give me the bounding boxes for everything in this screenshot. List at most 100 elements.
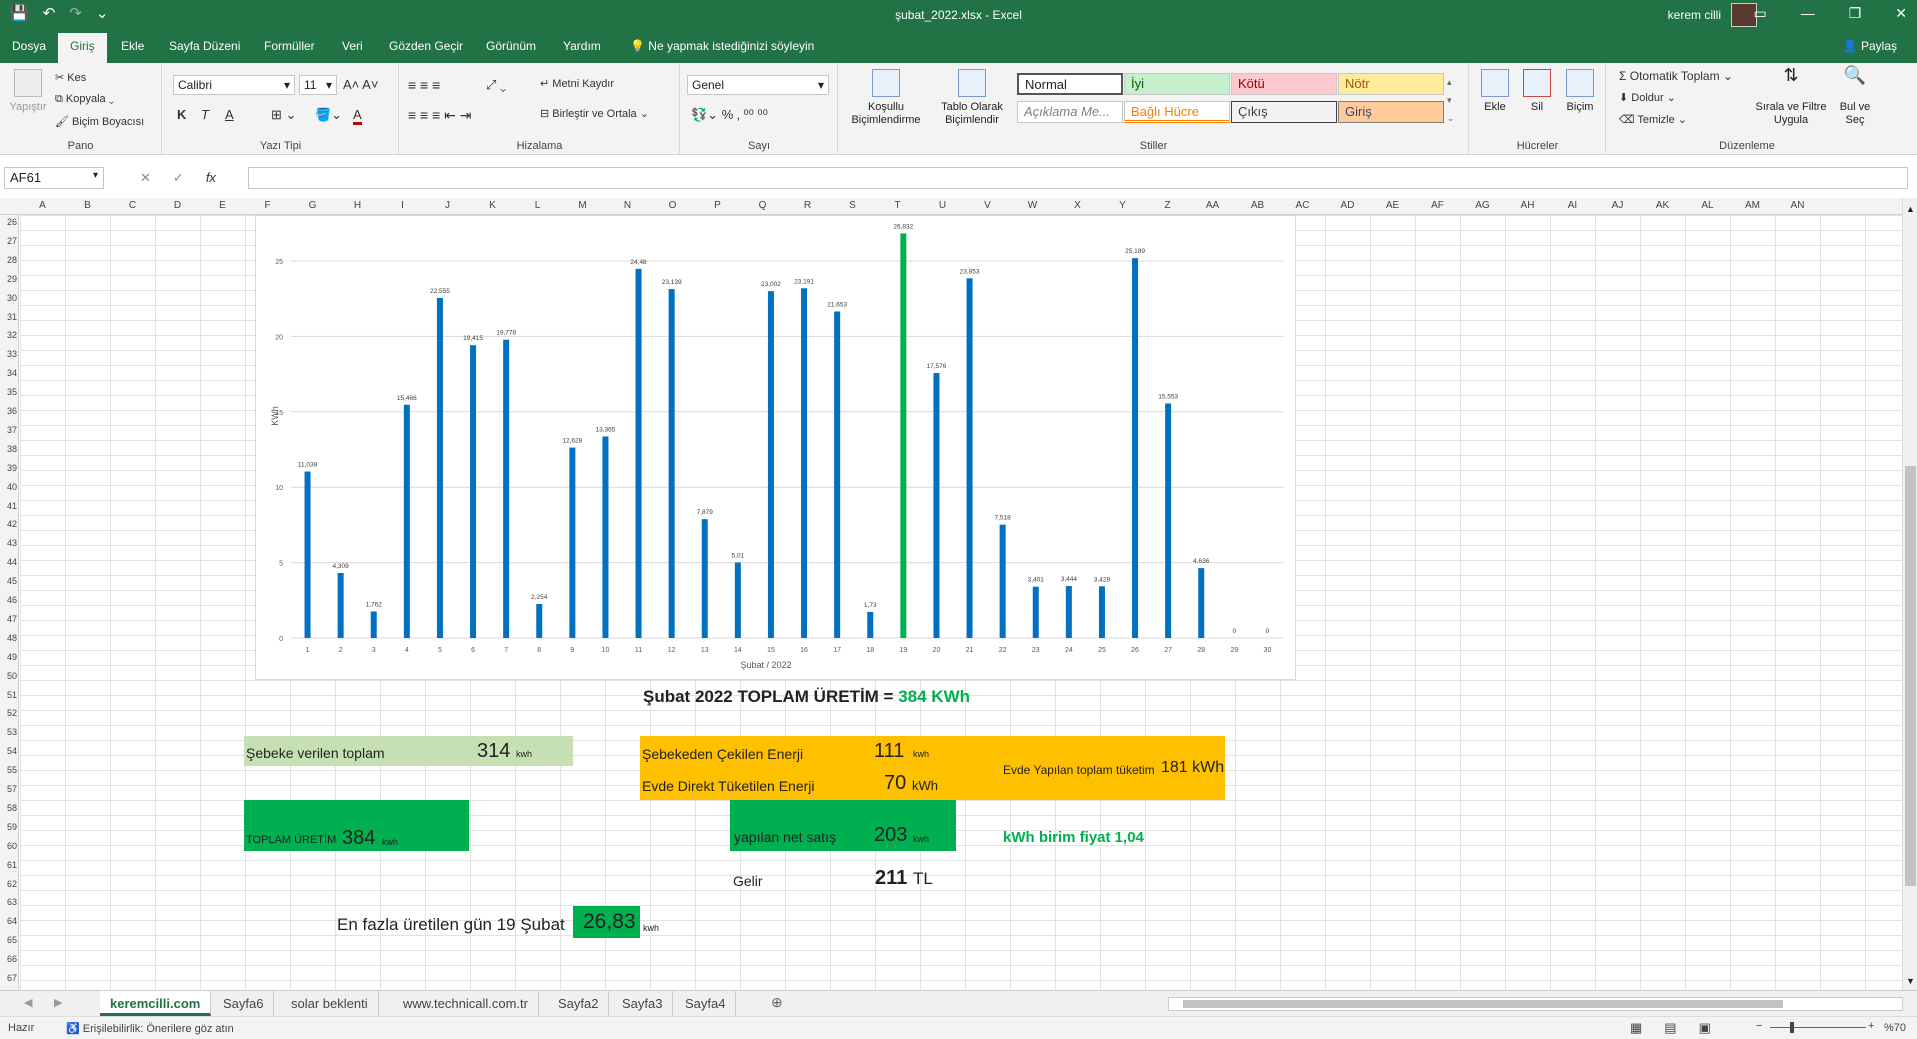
copy-button[interactable]: ⧉ Kopyala ⌄ [55, 93, 114, 106]
column-header[interactable]: P [695, 200, 740, 211]
zoom-in-icon[interactable]: + [1868, 1020, 1874, 1032]
grow-font-button[interactable]: A˄ A˅ [343, 77, 378, 92]
format-painter-button[interactable]: 🖌 Biçim Boyacısı [55, 115, 144, 128]
row-header[interactable]: 65 [0, 935, 17, 945]
column-header[interactable]: I [380, 200, 425, 211]
sheet-tab-keremcilli[interactable]: keremcilli.com [100, 991, 212, 1016]
column-header[interactable]: J [425, 200, 470, 211]
column-header[interactable]: L [515, 200, 560, 211]
row-header[interactable]: 61 [0, 860, 17, 870]
row-header[interactable]: 67 [0, 973, 17, 983]
row-header[interactable]: 63 [0, 897, 17, 907]
row-header[interactable]: 57 [0, 784, 17, 794]
scroll-down-icon[interactable]: ▼ [1906, 976, 1915, 986]
row-header[interactable]: 62 [0, 879, 17, 889]
column-header[interactable]: AD [1325, 200, 1370, 211]
close-icon[interactable]: ✕ [1895, 5, 1907, 22]
column-header[interactable]: B [65, 200, 110, 211]
column-header[interactable]: AE [1370, 200, 1415, 211]
row-header[interactable]: 34 [0, 368, 17, 378]
column-header[interactable]: F [245, 200, 290, 211]
row-header[interactable]: 42 [0, 519, 17, 529]
column-header[interactable]: X [1055, 200, 1100, 211]
format-as-table-button[interactable]: Tablo Olarak Biçimlendir [933, 69, 1011, 127]
column-header[interactable]: AM [1730, 200, 1775, 211]
consumption-block[interactable]: Şebekeden Çekilen Enerji 111 kwh Evde Di… [640, 736, 1225, 800]
style-explanatory[interactable]: Açıklama Me... [1017, 101, 1123, 123]
accessibility-status[interactable]: ♿ Erişilebilirlik: Önerilere göz atın [66, 1022, 234, 1035]
unit-price-cell[interactable]: kWh birim fiyat 1,04 [1003, 829, 1144, 846]
style-output[interactable]: Çıkış [1231, 101, 1337, 123]
style-linked-cell[interactable]: Bağlı Hücre [1124, 101, 1230, 123]
format-cells-button[interactable]: Biçim [1562, 69, 1598, 114]
column-header[interactable]: R [785, 200, 830, 211]
column-header[interactable]: V [965, 200, 1010, 211]
row-header[interactable]: 66 [0, 954, 17, 964]
bold-button[interactable]: K [177, 107, 186, 122]
column-header[interactable]: O [650, 200, 695, 211]
sheet-tab-sayfa2[interactable]: Sayfa2 [548, 991, 610, 1016]
font-size-select[interactable]: 11 ▾ [299, 75, 337, 95]
column-header[interactable]: H [335, 200, 380, 211]
font-name-select[interactable]: Calibri ▾ [173, 75, 295, 95]
fill-color-icon[interactable]: 🪣⌄ [315, 107, 342, 123]
sort-filter-button[interactable]: ⇅ Sırala ve Filtre Uygula [1753, 66, 1829, 127]
column-header[interactable]: G [290, 200, 335, 211]
insert-cells-button[interactable]: Ekle [1478, 69, 1512, 114]
row-header[interactable]: 27 [0, 236, 17, 246]
accounting-format-icon[interactable]: 💱⌄ % ‚ ⁰⁰ ⁰⁰ [691, 107, 768, 123]
user-name[interactable]: kerem cilli [1668, 8, 1721, 22]
column-header[interactable]: AG [1460, 200, 1505, 211]
number-format-select[interactable]: Genel ▾ [687, 75, 829, 95]
tell-me-box[interactable]: 💡 Ne yapmak istediğinizi söyleyin [630, 39, 814, 53]
row-header[interactable]: 33 [0, 349, 17, 359]
column-header[interactable]: E [200, 200, 245, 211]
orientation-icon[interactable]: ⤢ ⌄ [486, 77, 506, 93]
row-header[interactable]: 55 [0, 765, 17, 775]
enter-icon[interactable]: ✓ [173, 170, 184, 186]
row-header[interactable]: 60 [0, 841, 17, 851]
column-header[interactable]: K [470, 200, 515, 211]
delete-cells-button[interactable]: Sil [1520, 69, 1554, 114]
align-top-icon[interactable]: ≡ ≡ ≡ [408, 77, 440, 93]
column-header[interactable]: AI [1550, 200, 1595, 211]
scroll-up-icon[interactable]: ▲ [1906, 204, 1915, 214]
row-header[interactable]: 46 [0, 595, 17, 605]
zoom-slider-thumb[interactable] [1790, 1022, 1794, 1033]
fill-button[interactable]: ⬇ Doldur ⌄ [1619, 91, 1676, 104]
column-header[interactable]: AF [1415, 200, 1460, 211]
grid-given-cell[interactable]: Şebeke verilen toplam 314 kwh [244, 736, 573, 766]
ribbon-display-icon[interactable]: ▭ [1753, 5, 1766, 22]
borders-icon[interactable]: ⊞ ⌄ [271, 107, 296, 123]
name-box[interactable]: AF61 ▾ [4, 167, 104, 189]
row-header[interactable]: 39 [0, 463, 17, 473]
column-header[interactable]: Z [1145, 200, 1190, 211]
merge-center-button[interactable]: ⊟ Birleştir ve Ortala ⌄ [540, 107, 649, 120]
column-header[interactable]: AA [1190, 200, 1235, 211]
italic-button[interactable]: T [201, 107, 209, 122]
add-sheet-icon[interactable]: ⊕ [771, 994, 783, 1011]
tab-file[interactable]: Dosya [12, 39, 46, 53]
restore-icon[interactable]: ❐ [1849, 5, 1862, 22]
vertical-scrollbar[interactable]: ▲ ▼ [1902, 198, 1917, 990]
horizontal-scrollbar[interactable] [1168, 997, 1903, 1011]
row-header[interactable]: 35 [0, 387, 17, 397]
scroll-thumb[interactable] [1905, 466, 1916, 886]
tab-home[interactable]: Giriş [58, 33, 107, 63]
row-header[interactable]: 54 [0, 746, 17, 756]
view-buttons-icon[interactable]: ▦▤▣ [1630, 1020, 1733, 1036]
find-select-button[interactable]: 🔍 Bul ve Seç [1833, 66, 1877, 127]
row-header[interactable]: 58 [0, 803, 17, 813]
tab-page-layout[interactable]: Sayfa Düzeni [169, 39, 240, 53]
autosum-button[interactable]: Σ Otomatik Toplam ⌄ [1619, 69, 1733, 83]
row-header[interactable]: 51 [0, 690, 17, 700]
row-header[interactable]: 59 [0, 822, 17, 832]
cancel-icon[interactable]: ✕ [140, 170, 151, 186]
row-header[interactable]: 52 [0, 708, 17, 718]
tab-scroll-right-icon[interactable]: ▶ [54, 996, 62, 1009]
tab-formulas[interactable]: Formüller [264, 39, 315, 53]
column-header[interactable]: Q [740, 200, 785, 211]
paste-button[interactable]: Yapıştır [8, 69, 48, 114]
column-header[interactable]: D [155, 200, 200, 211]
column-header[interactable]: U [920, 200, 965, 211]
